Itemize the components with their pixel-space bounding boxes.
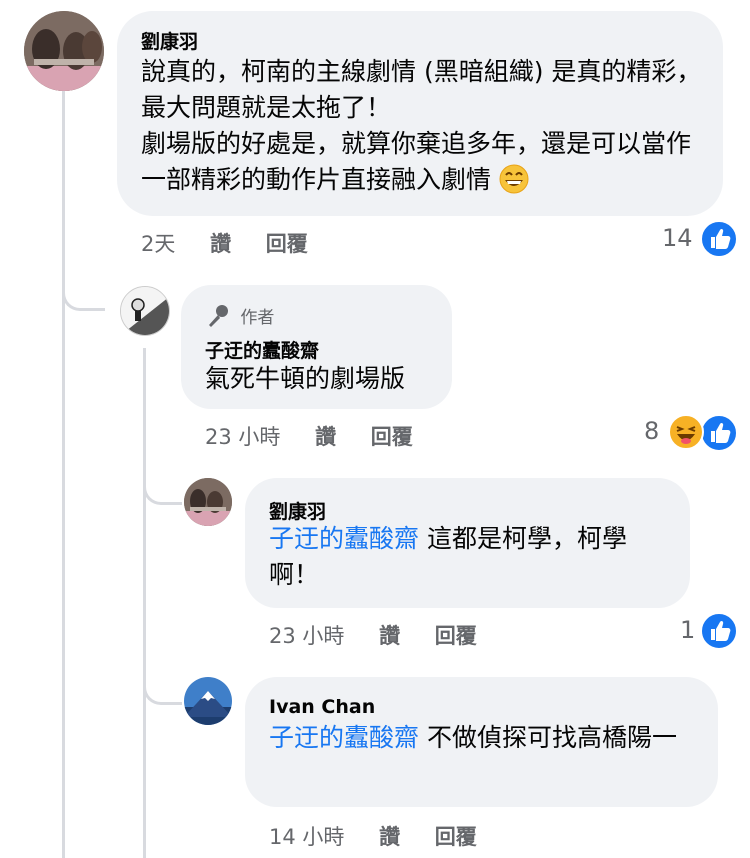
thread-connector-reply-3 [143, 670, 182, 705]
author-badge-label: 作者 [240, 308, 275, 328]
avatar[interactable] [184, 478, 232, 526]
comment-bubble: Ivan Chan 子迂的蠹酸齋 不做偵探可找高橋陽一 [245, 677, 718, 807]
avatar[interactable] [184, 677, 232, 725]
thread-connector-reply-2 [143, 470, 182, 505]
like-action-link[interactable]: 讚 [379, 825, 400, 849]
comment-time[interactable]: 2天 [141, 232, 175, 256]
comment-meta: 14 小時 讚 回覆 [269, 821, 505, 851]
mention-link[interactable]: 子迂的蠹酸齋 [269, 524, 419, 553]
like-action-link[interactable]: 讚 [315, 425, 336, 449]
mountain-photo-icon [184, 677, 232, 725]
comment-text: 說真的，柯南的主線劇情 (黑暗組織) 是真的精彩，最大問題就是太拖了！ 劇場版的… [141, 54, 706, 198]
comment-meta: 23 小時 讚 回覆 [269, 620, 505, 650]
comment-bubble: 劉康羽 子迂的蠹酸齋 這都是柯學，柯學啊！ [245, 478, 690, 608]
thread-line-reply [143, 348, 146, 858]
laughing-emoji-icon[interactable] [668, 414, 704, 450]
avatar-photo-icon [121, 287, 169, 335]
reaction-count[interactable]: 8 [644, 417, 659, 445]
reaction-count[interactable]: 1 [680, 616, 695, 644]
avatar[interactable] [24, 11, 104, 91]
comment-meta: 23 小時 讚 回覆 [205, 421, 441, 451]
comment-bubble: 劉康羽 說真的，柯南的主線劇情 (黑暗組織) 是真的精彩，最大問題就是太拖了！ … [117, 11, 723, 216]
mention-link[interactable]: 子迂的蠹酸齋 [269, 723, 419, 752]
comment-text-body: 不做偵探可找高橋陽一 [426, 723, 677, 752]
reply-action-link[interactable]: 回覆 [435, 825, 477, 849]
avatar-photo-icon [24, 11, 104, 91]
thread-line-main [62, 88, 65, 858]
grinning-emoji-icon [499, 164, 529, 194]
thumbs-up-icon[interactable] [700, 220, 738, 258]
reply-action-link[interactable]: 回覆 [435, 624, 477, 648]
microphone-icon [209, 305, 228, 327]
avatar-photo-icon [184, 478, 232, 526]
comment-author[interactable]: 劉康羽 [269, 497, 326, 524]
comment-text: 氣死牛頓的劇場版 [205, 364, 406, 393]
comment-author[interactable]: Ivan Chan [269, 696, 375, 718]
comment-author[interactable]: 劉康羽 [141, 27, 198, 54]
reaction-count[interactable]: 14 [662, 224, 693, 252]
comment-text-body: 說真的，柯南的主線劇情 (黑暗組織) 是真的精彩，最大問題就是太拖了！ 劇場版的… [141, 57, 702, 194]
comment-text: 子迂的蠹酸齋 不做偵探可找高橋陽一 [269, 720, 699, 756]
comment-time[interactable]: 23 小時 [269, 624, 344, 648]
like-action-link[interactable]: 讚 [210, 232, 231, 256]
like-action-link[interactable]: 讚 [379, 624, 400, 648]
avatar[interactable] [120, 286, 170, 336]
comment-bubble: 作者 子迂的蠹酸齋 氣死牛頓的劇場版 [181, 285, 452, 409]
author-badge: 作者 [205, 303, 274, 329]
comment-time[interactable]: 23 小時 [205, 425, 280, 449]
thumbs-up-icon[interactable] [700, 414, 738, 452]
comment-meta: 2天 讚 回覆 [141, 228, 336, 258]
reply-action-link[interactable]: 回覆 [371, 425, 413, 449]
comment-author[interactable]: 子迂的蠹酸齋 [205, 336, 319, 363]
reply-action-link[interactable]: 回覆 [266, 232, 308, 256]
comment-time[interactable]: 14 小時 [269, 825, 344, 849]
comment-text: 子迂的蠹酸齋 這都是柯學，柯學啊！ [269, 521, 674, 593]
thread-connector-reply-1 [62, 256, 105, 311]
thumbs-up-icon[interactable] [700, 612, 738, 650]
